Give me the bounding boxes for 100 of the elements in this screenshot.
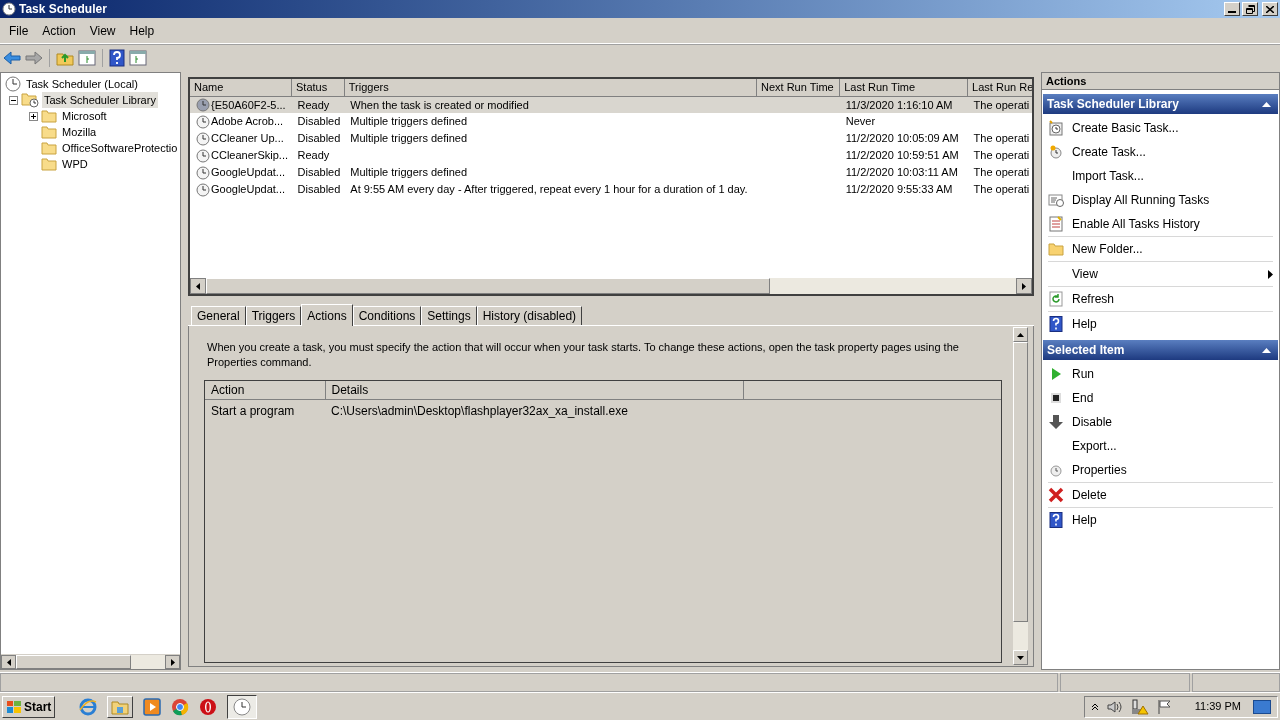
horizontal-scrollbar[interactable] [190, 278, 1032, 294]
tree-item[interactable]: OfficeSoftwareProtectio [60, 140, 180, 156]
column-header[interactable]: Last Run Time [839, 79, 968, 96]
tab[interactable]: Triggers [245, 306, 302, 325]
task-row[interactable]: CCleaner Up... Disabled Multiple triggers defined 11/2/2020 10:05:09 AM The operati [190, 130, 1032, 147]
down-arrow-icon [1048, 414, 1064, 430]
column-header[interactable]: Triggers [344, 79, 757, 96]
table-cell: 11/2/2020 10:05:09 AM [845, 132, 959, 145]
expand-icon[interactable] [29, 111, 38, 121]
windows-logo-icon [6, 699, 22, 714]
collapse-icon[interactable] [9, 95, 18, 105]
folder-clock-icon [21, 92, 39, 108]
chrome-icon[interactable] [171, 697, 190, 716]
delete-icon [1048, 487, 1064, 503]
tree-item[interactable]: Mozilla [60, 124, 99, 140]
network-warning-icon[interactable] [1130, 698, 1149, 715]
close-button[interactable] [1262, 2, 1278, 16]
log-icon [1048, 216, 1064, 232]
action-link[interactable]: Delete [1072, 486, 1107, 504]
action-link[interactable]: Create Basic Task... [1072, 119, 1179, 137]
table-cell: Multiple triggers defined [350, 166, 468, 179]
section-title: Task Scheduler Library [1047, 96, 1179, 113]
menu-item[interactable]: View [82, 21, 123, 40]
tree-item[interactable]: Microsoft [60, 108, 109, 124]
action-link[interactable]: Run [1072, 365, 1094, 383]
action-link[interactable]: Import Task... [1072, 167, 1144, 185]
chevron-up-icon[interactable] [1090, 702, 1099, 711]
table-cell: 11/3/2020 1:16:10 AM [845, 98, 953, 111]
back-arrow-icon[interactable] [3, 50, 21, 65]
horizontal-scrollbar[interactable] [1, 654, 180, 669]
action-link[interactable]: Display All Running Tasks [1072, 191, 1210, 209]
section-header[interactable]: Task Scheduler Library [1043, 94, 1278, 114]
action-link[interactable]: Help [1072, 511, 1097, 529]
tab[interactable]: Actions [301, 304, 353, 326]
clock-icon [2, 2, 16, 16]
tree-item[interactable]: WPD [60, 156, 90, 172]
folder-icon [41, 157, 57, 171]
panel-icon[interactable] [78, 49, 96, 66]
action-link[interactable]: Help [1072, 315, 1097, 333]
tree-item[interactable]: Task Scheduler Library [42, 92, 158, 108]
table-cell-text: GoogleUpdat... [211, 165, 285, 181]
column-header[interactable]: Name [190, 79, 292, 96]
clock-icon [196, 165, 210, 180]
tab[interactable]: History (disabled) [476, 306, 583, 325]
menu-item[interactable]: Help [122, 21, 162, 40]
browser-e-icon[interactable] [79, 697, 98, 716]
restore-button[interactable] [1242, 2, 1258, 16]
table-cell: 11/2/2020 10:59:51 AM [845, 149, 959, 162]
action-link[interactable]: Export... [1072, 437, 1117, 455]
task-row[interactable]: GoogleUpdat... Disabled Multiple triggers defined 11/2/2020 10:03:11 AM The operati [190, 164, 1032, 181]
tab[interactable]: General [191, 306, 246, 325]
start-button[interactable]: Start [2, 695, 56, 718]
task-row[interactable]: Adobe Acrob... Disabled Multiple triggers defined Never [190, 113, 1032, 130]
action-link[interactable]: View [1072, 265, 1098, 283]
table-cell: Multiple triggers defined [350, 115, 468, 128]
section-header[interactable]: Selected Item [1043, 340, 1278, 360]
column-header[interactable]: Next Run Time [756, 79, 840, 96]
action-link[interactable]: End [1072, 389, 1094, 407]
column-header[interactable]: Details [325, 381, 743, 400]
action-link[interactable]: New Folder... [1072, 240, 1143, 258]
help-icon[interactable] [109, 48, 125, 67]
task-scheduler-button[interactable] [227, 694, 258, 719]
flag-icon[interactable] [1156, 698, 1173, 715]
clock-text[interactable]: 11:39 PM [1194, 698, 1241, 715]
column-header[interactable]: Last Run Re [967, 79, 1032, 96]
forward-arrow-icon[interactable] [25, 50, 43, 65]
tree-item[interactable]: Task Scheduler (Local) [24, 76, 140, 92]
scrollbar-thumb[interactable] [16, 655, 131, 669]
menu-item[interactable]: File [2, 21, 36, 40]
submenu-arrow-icon [1268, 269, 1273, 279]
pane-header: Actions [1042, 73, 1279, 90]
scrollbar-thumb[interactable] [206, 278, 770, 294]
show-desktop-icon[interactable] [1253, 699, 1271, 714]
minimize-button[interactable] [1224, 2, 1240, 16]
action-link[interactable]: Enable All Tasks History [1072, 215, 1200, 233]
media-player-icon[interactable] [143, 697, 162, 716]
scrollbar-thumb[interactable] [1013, 342, 1028, 622]
speaker-icon[interactable] [1106, 699, 1123, 714]
task-row[interactable]: GoogleUpdat... Disabled At 9:55 AM every day - After triggered, repeat every 1 hour for a duration of 1 day. 11/2/2020 9:55:33 AM The operati [190, 181, 1032, 198]
clock-icon [196, 97, 210, 112]
menu-item[interactable]: Action [35, 21, 83, 40]
clock-icon [5, 76, 21, 92]
explorer-button[interactable] [107, 695, 134, 718]
column-header[interactable]: Status [291, 79, 345, 96]
vertical-scrollbar[interactable] [1012, 326, 1029, 666]
tab[interactable]: Settings [421, 306, 477, 325]
table-cell-text: Adobe Acrob... [211, 114, 284, 130]
clock-icon [196, 114, 210, 129]
action-link[interactable]: Create Task... [1072, 143, 1146, 161]
table-cell-text: GoogleUpdat... [211, 182, 285, 198]
action-link[interactable]: Properties [1072, 461, 1127, 479]
column-header[interactable]: Action [205, 381, 325, 400]
table-cell-text: CCleanerSkip... [211, 148, 289, 164]
action-link[interactable]: Disable [1072, 413, 1113, 431]
table-cell: The operati [973, 132, 1030, 145]
opera-icon[interactable] [199, 697, 218, 716]
task-row[interactable]: CCleanerSkip... Ready 11/2/2020 10:59:51 AM The operati [190, 147, 1032, 164]
action-link[interactable]: Refresh [1072, 290, 1115, 308]
tab[interactable]: Conditions [352, 306, 422, 325]
table-cell: Multiple triggers defined [350, 132, 468, 145]
